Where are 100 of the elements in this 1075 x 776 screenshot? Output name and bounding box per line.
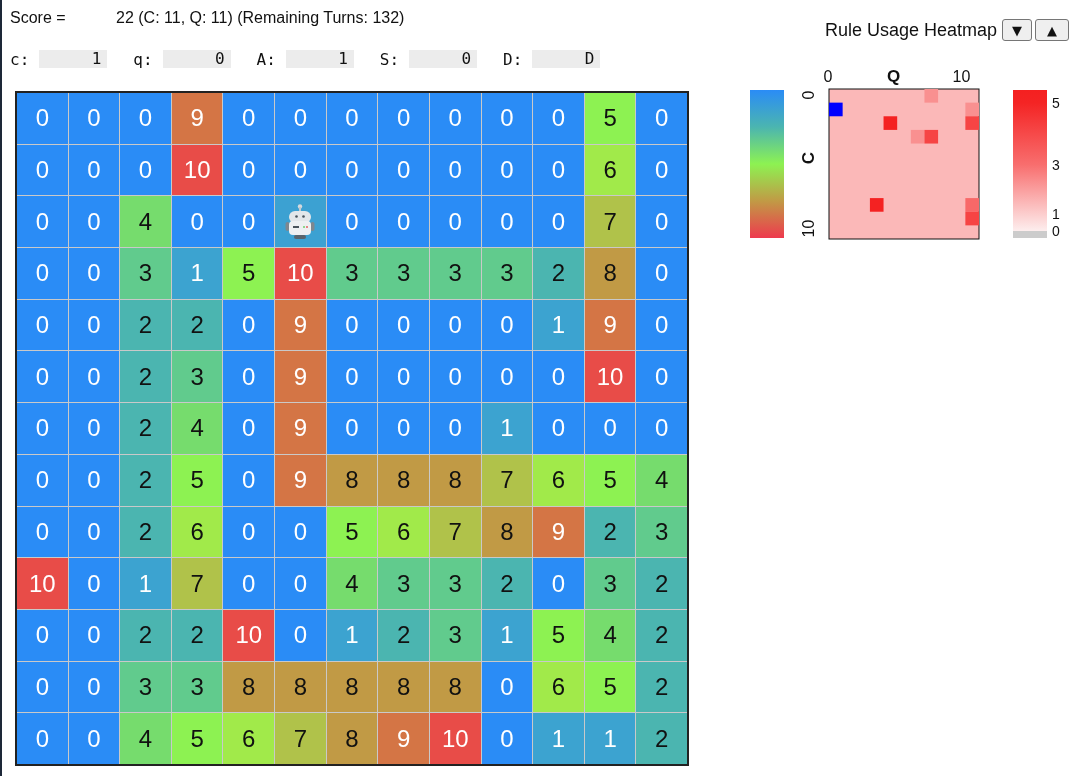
grid-cell: 0 — [17, 661, 68, 713]
axis-tick-label: 0 — [799, 90, 817, 100]
grid-cell: 2 — [533, 248, 584, 299]
score-label: Score = — [10, 9, 67, 27]
grid-cell: 0 — [326, 93, 378, 144]
grid-cell: 6 — [584, 144, 636, 196]
grid-cell: 2 — [120, 351, 171, 403]
grid-cell: 8 — [429, 454, 481, 506]
value-field[interactable]: 0 — [409, 50, 478, 68]
grid-cell: 8 — [378, 454, 429, 506]
grid-cell: 2 — [120, 299, 171, 351]
grid-cell: 0 — [533, 403, 584, 454]
grid-cell: 0 — [275, 558, 326, 609]
grid-cell: 5 — [584, 454, 636, 506]
grid-cell: 8 — [326, 713, 378, 764]
grid-cell: 7 — [275, 713, 326, 764]
grid-cell: 0 — [481, 713, 533, 764]
grid-cell: 0 — [429, 299, 481, 351]
grid-cell: 9 — [378, 713, 429, 764]
grid-cell: 0 — [120, 93, 171, 144]
grid-cell: 0 — [223, 299, 275, 351]
scale-tick-label: 3 — [1052, 156, 1060, 173]
grid-cell: 0 — [171, 196, 223, 248]
grid-cell: 0 — [636, 351, 687, 403]
grid-cell: 3 — [584, 558, 636, 609]
grid-cell: 3 — [326, 248, 378, 299]
grid-cell: 2 — [636, 609, 687, 661]
grid-cell: 0 — [481, 93, 533, 144]
grid-cell: 10 — [17, 558, 68, 609]
grid-cell: 0 — [17, 144, 68, 196]
grid-cell: 8 — [326, 661, 378, 713]
axis-tick-label: 0 — [823, 68, 833, 85]
grid-cell: 8 — [326, 454, 378, 506]
grid-cell: 0 — [378, 144, 429, 196]
grid-cell: 0 — [533, 196, 584, 248]
field-label: A: — [256, 49, 276, 69]
axis-tick-label: 10 — [799, 219, 817, 238]
grid-cell: 9 — [275, 403, 326, 454]
grid-cell: 1 — [120, 558, 171, 609]
value-field[interactable]: 1 — [285, 50, 354, 68]
grid-cell: 0 — [584, 403, 636, 454]
grid-cell: 0 — [481, 299, 533, 351]
grid-cell: 0 — [533, 558, 584, 609]
grid-cell: 0 — [17, 93, 68, 144]
grid-cell: 0 — [636, 196, 687, 248]
grid-cell: 0 — [68, 351, 120, 403]
grid-cell: 0 — [326, 299, 378, 351]
grid-cell: 0 — [68, 196, 120, 248]
grid-cell: 1 — [171, 248, 223, 299]
grid-cell: 3 — [636, 506, 687, 558]
grid-cell: 2 — [171, 299, 223, 351]
grid-cell: 8 — [223, 661, 275, 713]
grid-cell: 6 — [533, 454, 584, 506]
grid-cell: 2 — [120, 454, 171, 506]
toggle-button[interactable]: ▼ — [1002, 19, 1032, 41]
grid-cell: 2 — [636, 558, 687, 609]
grid-cell: 0 — [481, 661, 533, 713]
grid-cell: 0 — [533, 351, 584, 403]
grid-cell: 0 — [68, 299, 120, 351]
robot-icon — [285, 203, 316, 240]
grid-cell: 0 — [17, 506, 68, 558]
grid-cell: 0 — [68, 661, 120, 713]
grid-cell: 0 — [378, 403, 429, 454]
grid-cell: 4 — [171, 403, 223, 454]
grid-cell: 0 — [223, 196, 275, 248]
grid-cell: 10 — [275, 248, 326, 299]
grid-cell: 2 — [584, 506, 636, 558]
grid-cell: 0 — [533, 93, 584, 144]
grid-cell: 0 — [429, 93, 481, 144]
field-label: S: — [379, 49, 400, 69]
grid-cell: 9 — [275, 454, 326, 506]
value-field[interactable]: 1 — [39, 50, 108, 68]
grid-cell: 0 — [275, 506, 326, 558]
value-field[interactable]: 0 — [162, 50, 231, 68]
toggle-button[interactable]: ▲ — [1035, 19, 1069, 41]
grid-cell: 0 — [429, 144, 481, 196]
grid-cell: 0 — [429, 403, 481, 454]
grid-cell: 3 — [429, 248, 481, 299]
field-label: q: — [133, 49, 153, 69]
grid-cell: 1 — [481, 403, 533, 454]
grid-cell: 0 — [223, 144, 275, 196]
grid-cell: 0 — [481, 351, 533, 403]
grid-cell: 7 — [481, 454, 533, 506]
scale-tick-label: 5 — [1052, 94, 1060, 111]
grid-cell: 8 — [481, 506, 533, 558]
grid-cell: 2 — [481, 558, 533, 609]
grid-cell: 5 — [171, 713, 223, 764]
axis-title: Q — [886, 67, 901, 86]
grid-cell: 7 — [171, 558, 223, 609]
grid-cell: 1 — [533, 713, 584, 764]
grid-cell: 1 — [584, 713, 636, 764]
score-value: 22 (C: 11, Q: 11) (Remaining Turns: 132) — [116, 9, 405, 27]
grid-cell: 1 — [481, 609, 533, 661]
axis-tick-label: 10 — [952, 68, 971, 85]
grid-cell: 0 — [223, 403, 275, 454]
grid-cell: 10 — [584, 351, 636, 403]
value-field[interactable]: D — [532, 50, 601, 68]
grid-cell: 0 — [481, 196, 533, 248]
axis-title: C — [798, 151, 818, 165]
grid-cell: 0 — [636, 93, 687, 144]
